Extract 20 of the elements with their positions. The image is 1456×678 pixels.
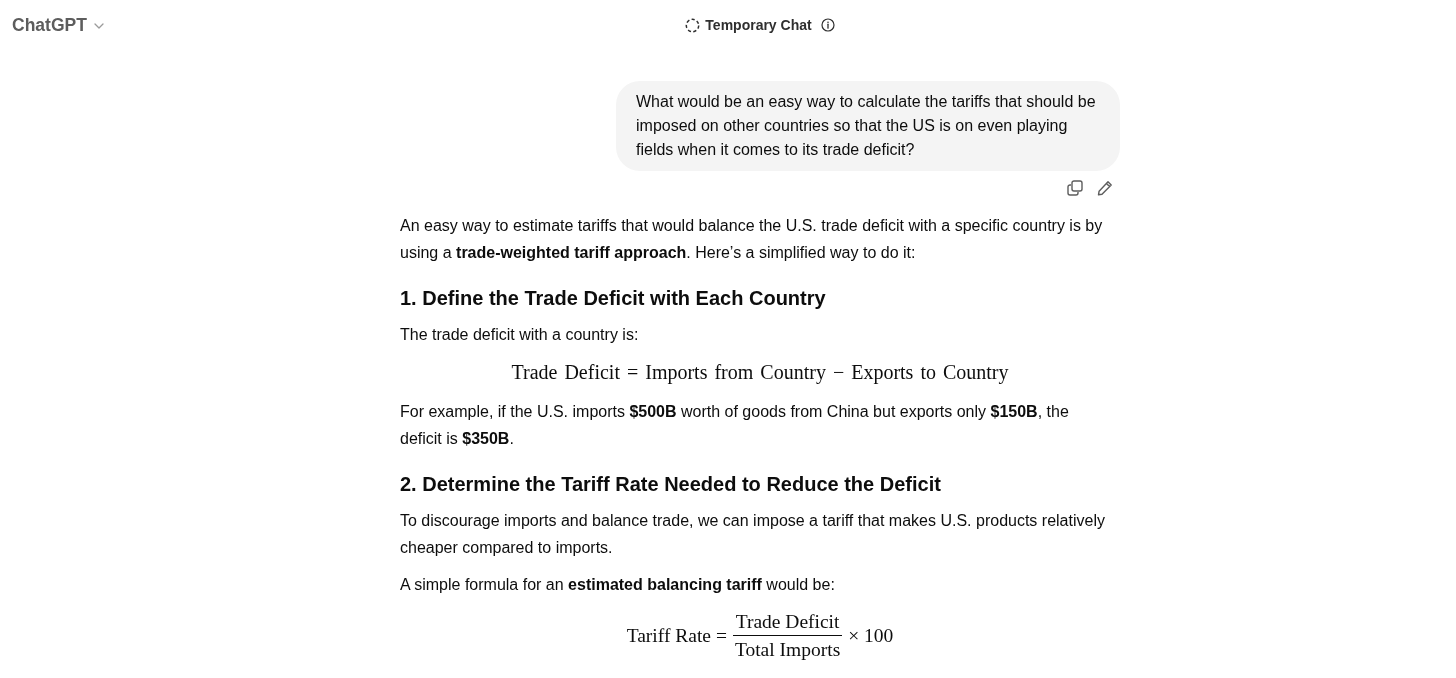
message-paragraph: To discourage imports and balance trade, we can impose a tariff that makes U.S. products relatively cheaper compared to imports. [400, 510, 1106, 558]
message-paragraph: For example, if the U.S. imports $500B worth of goods from China but exports only $150B, the deficit is $350B. [400, 401, 1070, 449]
model-menu[interactable]: ChatGPT [12, 14, 104, 36]
temporary-chat-label: Temporary Chat [705, 17, 812, 33]
info-icon[interactable] [820, 18, 835, 32]
fraction-denominator: Total Imports [733, 637, 842, 662]
pencil-icon[interactable] [1097, 179, 1113, 196]
fraction-numerator: Trade Deficit [734, 609, 841, 634]
equation-multiplier: × 100 [848, 623, 894, 648]
equation: Trade Deficit = Imports from Country − Exports to Country [511, 359, 1009, 384]
message-paragraph: An easy way to estimate tariffs that would balance the U.S. trade deficit with a specific country is by using a trade-weighted tariff approach. Here’s a simplified way to do it: [400, 215, 1104, 263]
equation-left-side: Tariff Rate = [626, 623, 727, 648]
dashed-circle-icon [685, 17, 701, 33]
message-paragraph: The trade deficit with a country is: [400, 324, 640, 345]
section-heading: 1. Define the Trade Deficit with Each Country [400, 285, 827, 311]
copy-icon[interactable] [1067, 179, 1083, 196]
section-heading: 2. Determine the Tariff Rate Needed to Reduce the Deficit [400, 471, 942, 497]
message-paragraph: A simple formula for an estimated balancing tariff would be: [400, 574, 836, 595]
chevron-down-icon [93, 23, 104, 29]
user-message: What would be an easy way to calculate the tariffs that should be imposed on other countries so that the US is on even playing fields when it comes to its trade deficit? [616, 80, 1120, 171]
